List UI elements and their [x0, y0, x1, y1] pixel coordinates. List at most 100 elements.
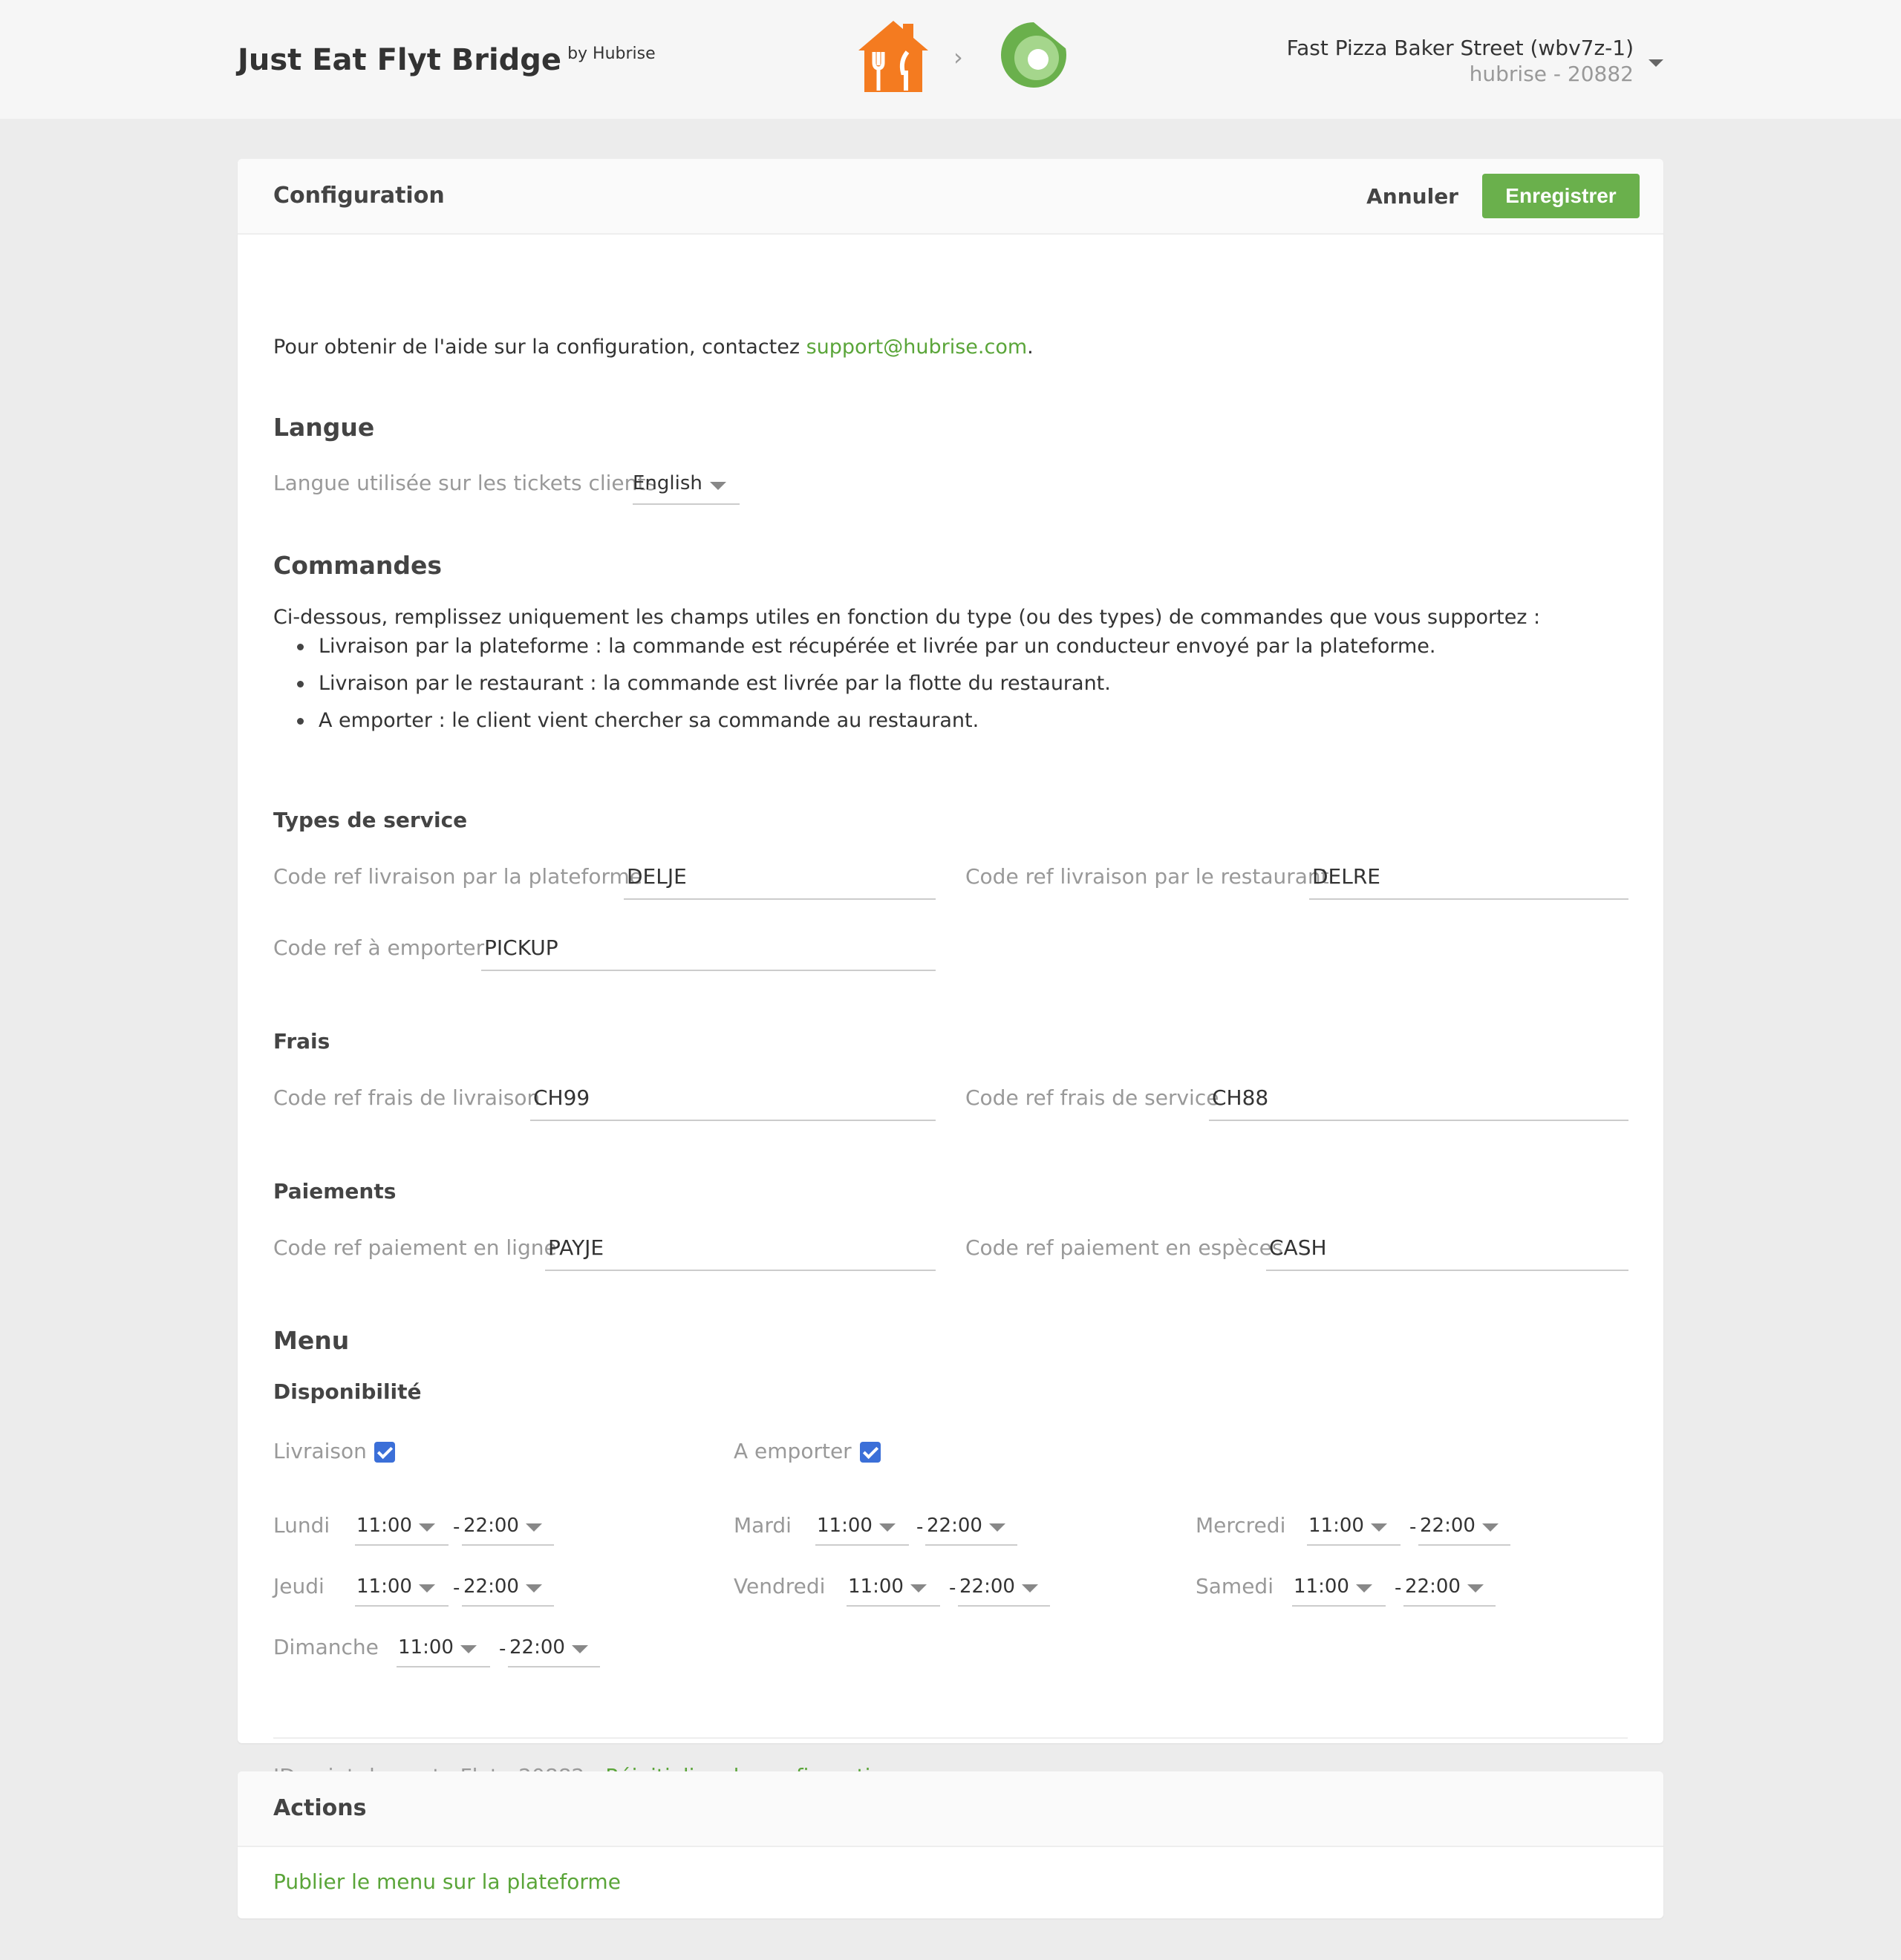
divider: [273, 1737, 1628, 1739]
day-label: Dimanche: [273, 1635, 379, 1659]
langue-underline: [633, 503, 740, 505]
day-from-underline: [355, 1605, 449, 1607]
delivery-fee-input[interactable]: CH99: [533, 1085, 590, 1110]
account-sub: hubrise - 20882: [1469, 62, 1634, 86]
day-from-select[interactable]: 11:00: [817, 1515, 873, 1537]
restaurant-code-input[interactable]: DELRE: [1312, 864, 1380, 889]
publish-menu-link[interactable]: Publier le menu sur la plateforme: [273, 1869, 621, 1894]
chevron-down-icon[interactable]: [1649, 59, 1663, 67]
publish-menu-link-text[interactable]: Publier le menu sur la plateforme: [273, 1869, 621, 1894]
pickup-code-underline: [481, 970, 936, 971]
day-from-select[interactable]: 11:00: [1294, 1575, 1349, 1598]
emporter-checkbox[interactable]: [860, 1442, 881, 1463]
service-fee-input[interactable]: CH88: [1212, 1085, 1268, 1110]
day-from-select[interactable]: 11:00: [1308, 1515, 1364, 1537]
day-from-underline: [397, 1666, 490, 1667]
day-label: Mercredi: [1196, 1513, 1286, 1538]
day-from-select[interactable]: 11:00: [398, 1636, 454, 1659]
chevron-down-icon[interactable]: [526, 1523, 542, 1532]
day-dash: -: [949, 1577, 956, 1599]
configuration-card: Configuration Annuler Enregistrer Pour o…: [238, 159, 1663, 1788]
types-heading: Types de service: [273, 808, 468, 832]
chevron-down-icon[interactable]: [1467, 1584, 1484, 1592]
day-to-select[interactable]: 22:00: [463, 1575, 519, 1598]
day-to-select[interactable]: 22:00: [463, 1515, 519, 1537]
chevron-right-icon: ›: [953, 43, 963, 71]
emporter-label: A emporter: [734, 1439, 852, 1463]
chevron-down-icon[interactable]: [460, 1645, 477, 1653]
chevron-down-icon[interactable]: [1356, 1584, 1372, 1592]
langue-heading: Langue: [273, 413, 375, 442]
chevron-down-icon[interactable]: [1022, 1584, 1038, 1592]
chevron-down-icon[interactable]: [419, 1584, 435, 1592]
day-to-select[interactable]: 22:00: [1405, 1575, 1461, 1598]
bullet-icon: [297, 644, 304, 650]
app-title-text: Just Eat Flyt Bridge: [238, 43, 562, 77]
chevron-down-icon[interactable]: [1371, 1523, 1387, 1532]
pickup-code-input[interactable]: PICKUP: [484, 935, 558, 960]
commandes-list: Livraison par la plateforme : la command…: [297, 628, 1435, 739]
platform-code-label: Code ref livraison par la plateforme: [273, 864, 643, 889]
day-dash: -: [453, 1577, 460, 1599]
cancel-button[interactable]: Annuler: [1366, 184, 1458, 209]
day-to-select[interactable]: 22:00: [959, 1575, 1015, 1598]
day-to-underline: [508, 1666, 600, 1667]
list-item: Livraison par le restaurant : la command…: [297, 665, 1435, 702]
pickup-code-label: Code ref à emporter: [273, 935, 485, 960]
day-dash: -: [916, 1516, 924, 1538]
day-from-select[interactable]: 11:00: [356, 1575, 412, 1598]
day-from-select[interactable]: 11:00: [848, 1575, 904, 1598]
hubrise-ring-icon: [995, 16, 1072, 97]
chevron-down-icon[interactable]: [419, 1523, 435, 1532]
day-from-underline: [355, 1544, 449, 1546]
chevron-down-icon[interactable]: [989, 1523, 1005, 1532]
day-label: Lundi: [273, 1513, 330, 1538]
day-from-select[interactable]: 11:00: [356, 1515, 412, 1537]
save-button[interactable]: Enregistrer: [1482, 174, 1640, 218]
delivery-fee-label: Code ref frais de livraison: [273, 1085, 541, 1110]
day-to-select[interactable]: 22:00: [509, 1636, 565, 1659]
day-label: Mardi: [734, 1513, 792, 1538]
frais-heading: Frais: [273, 1029, 330, 1054]
platform-code-underline: [624, 898, 936, 900]
day-label: Samedi: [1196, 1574, 1274, 1598]
chevron-down-icon[interactable]: [710, 482, 726, 490]
restaurant-code-underline: [1309, 898, 1628, 900]
list-item: Livraison par la plateforme : la command…: [297, 628, 1435, 665]
actions-title: Actions: [273, 1795, 367, 1821]
app-title-by: by Hubrise: [567, 45, 656, 63]
account-name: Fast Pizza Baker Street (wbv7z-1): [1286, 36, 1634, 60]
day-dash: -: [1395, 1577, 1402, 1599]
platform-code-input[interactable]: DELJE: [627, 864, 687, 889]
list-item: A emporter : le client vient chercher sa…: [297, 702, 1435, 739]
dispo-heading: Disponibilité: [273, 1379, 422, 1404]
day-to-select[interactable]: 22:00: [1420, 1515, 1476, 1537]
configuration-header: Configuration Annuler Enregistrer: [238, 159, 1663, 235]
day-from-underline: [1292, 1605, 1386, 1607]
account-selector[interactable]: Fast Pizza Baker Street (wbv7z-1) hubris…: [1287, 36, 1634, 86]
menu-heading: Menu: [273, 1326, 350, 1355]
restaurant-code-label: Code ref livraison par le restaurant: [965, 864, 1329, 889]
delivery-fee-underline: [530, 1120, 936, 1121]
chevron-down-icon[interactable]: [910, 1584, 927, 1592]
day-to-select[interactable]: 22:00: [927, 1515, 982, 1537]
cash-payment-input[interactable]: CASH: [1269, 1235, 1327, 1260]
support-email-link[interactable]: support@hubrise.com: [806, 336, 1028, 359]
bullet-icon: [297, 681, 304, 687]
livraison-checkbox[interactable]: [374, 1442, 395, 1463]
chevron-down-icon[interactable]: [526, 1584, 542, 1592]
cash-payment-label: Code ref paiement en espèces: [965, 1235, 1283, 1260]
chevron-down-icon[interactable]: [879, 1523, 896, 1532]
online-payment-input[interactable]: PAYJE: [548, 1235, 604, 1260]
chevron-down-icon[interactable]: [1482, 1523, 1499, 1532]
langue-select[interactable]: English: [633, 472, 702, 494]
chevron-down-icon[interactable]: [572, 1645, 588, 1653]
actions-card: Actions Publier le menu sur la plateform…: [238, 1771, 1663, 1918]
service-fee-label: Code ref frais de service: [965, 1085, 1219, 1110]
day-dash: -: [499, 1638, 506, 1660]
help-prefix: Pour obtenir de l'aide sur la configurat…: [273, 336, 806, 359]
commandes-heading: Commandes: [273, 551, 443, 580]
day-from-underline: [815, 1544, 909, 1546]
app-title: Just Eat Flyt Bridge by Hubrise: [238, 43, 656, 77]
top-bar: Just Eat Flyt Bridge by Hubrise › Fast Pi…: [0, 0, 1901, 119]
